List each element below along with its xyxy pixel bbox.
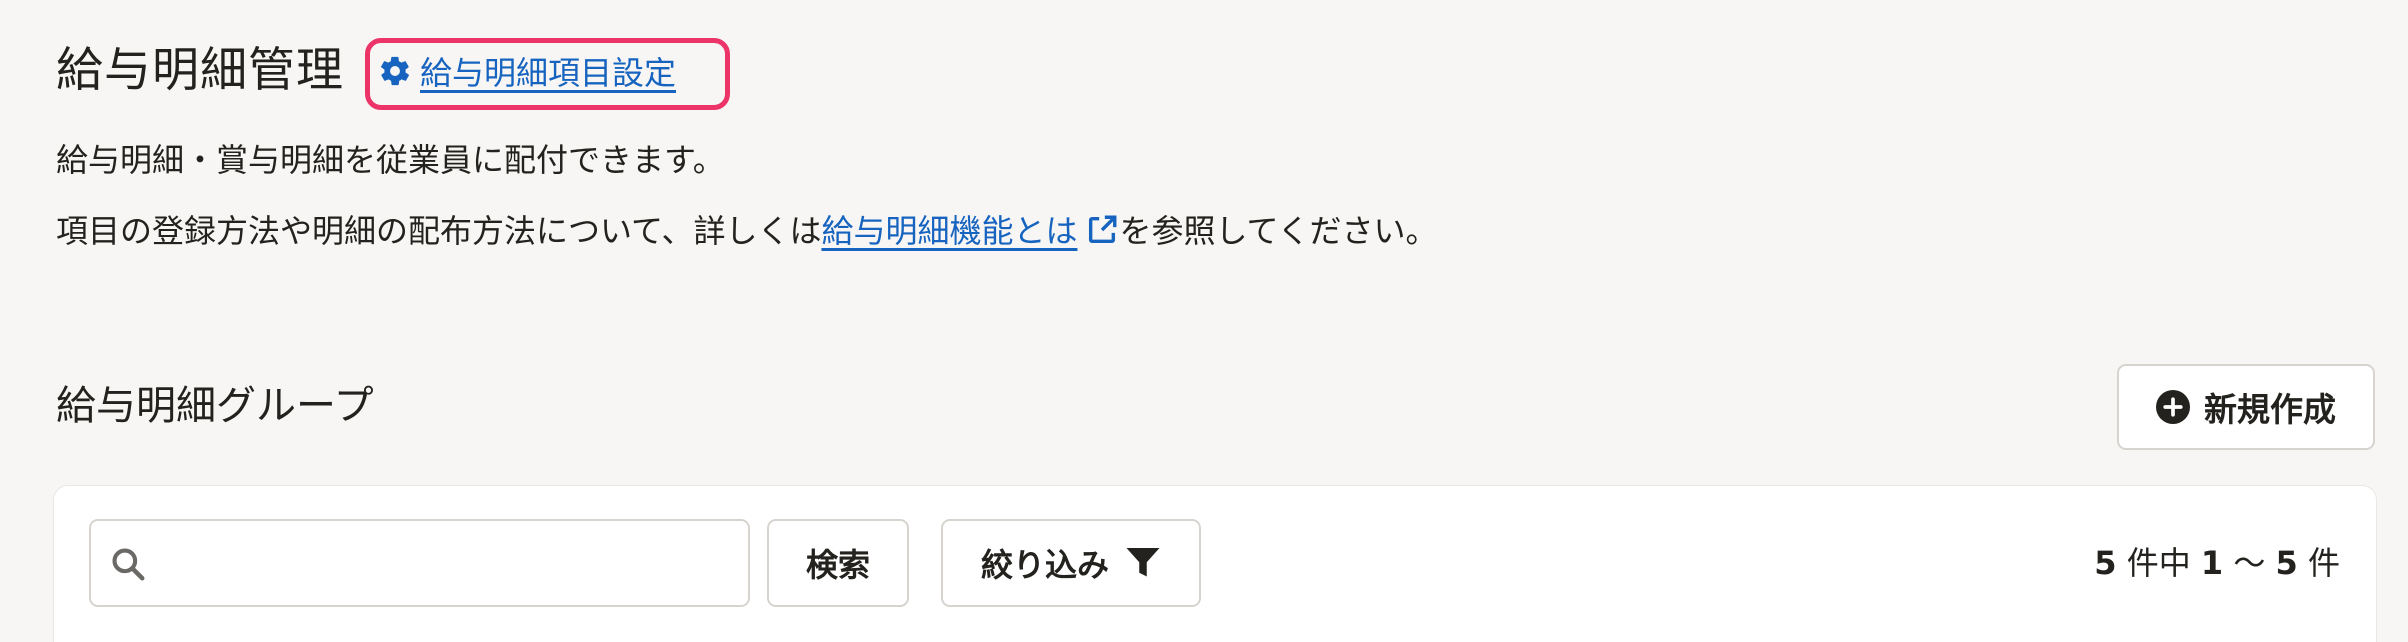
description-prefix: 項目の登録方法や明細の配布方法について、詳しくは [56,212,822,250]
search-button[interactable]: 検索 [767,519,909,607]
result-total-suffix: 件中 [2126,544,2191,582]
gear-icon [381,56,409,86]
payroll-item-settings-link[interactable]: 給与明細項目設定 [378,46,676,96]
filter-icon [1126,548,1160,577]
payroll-group-panel: 検索 絞り込み 5 件中 1 〜 5 件 [54,486,2376,642]
search-field[interactable] [89,519,750,607]
result-total: 5 [2094,544,2117,582]
result-count: 5 件中 1 〜 5 件 [2094,536,2340,590]
create-new-button[interactable]: 新規作成 [2117,364,2375,450]
external-link-icon [1089,215,1117,244]
description-suffix: を参照してください。 [1119,212,1438,250]
search-icon [112,548,145,581]
result-range-separator: 〜 [2233,544,2266,582]
description-line-1: 給与明細・賞与明細を従業員に配付できます。 [56,141,725,179]
section-title: 給与明細グループ [56,383,374,429]
search-input[interactable] [163,521,742,607]
help-link-label: 給与明細機能とは [821,212,1078,250]
filter-button-label: 絞り込み [980,546,1109,584]
page-title: 給与明細管理 [56,43,344,98]
filter-button[interactable]: 絞り込み [941,519,1201,607]
create-new-label: 新規作成 [2204,390,2336,429]
plus-circle-icon [2156,390,2190,424]
result-range-end: 5 [2275,544,2298,582]
search-button-label: 検索 [805,546,870,584]
payroll-slip-page: 給与明細管理 給与明細項目設定 給与明細・賞与明細を従業員に配付できます。 項目… [0,0,2408,642]
settings-link-label: 給与明細項目設定 [420,54,677,92]
title-row: 給与明細管理 [56,36,344,106]
result-range-start: 1 [2200,544,2224,582]
description-line-2: 項目の登録方法や明細の配布方法について、詳しくは給与明細機能とは を参照してくださ… [56,208,1438,254]
result-range-suffix: 件 [2307,544,2340,582]
payroll-feature-help-link[interactable]: 給与明細機能とは [821,212,1119,250]
